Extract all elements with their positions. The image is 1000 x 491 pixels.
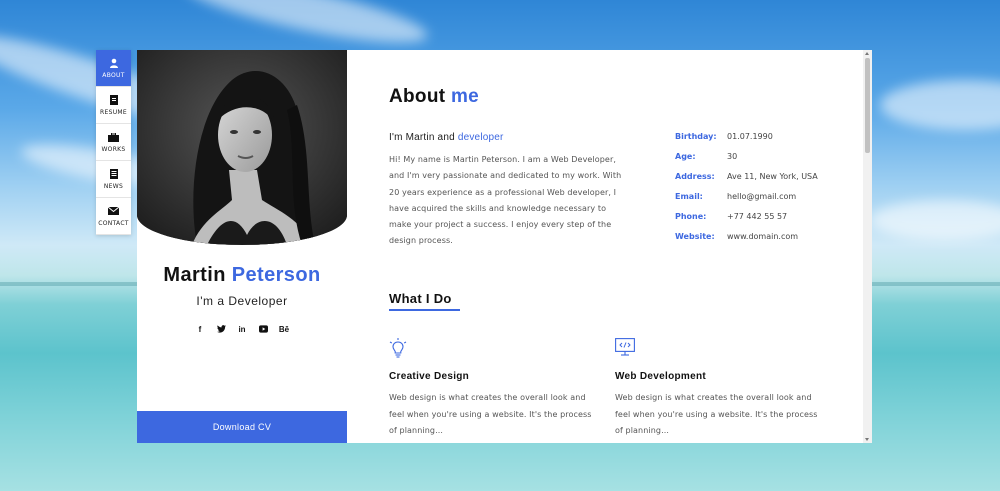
info-value: +77 442 55 57 [727, 212, 788, 221]
intro-prefix: I'm Martin and [389, 132, 455, 143]
profile-first-name: Martin [163, 264, 226, 286]
nav-item-contact[interactable]: CONTACT [96, 198, 131, 235]
linkedin-icon[interactable]: in [238, 324, 247, 334]
intro-text: Hi! My name is Martin Peterson. I am a W… [389, 155, 622, 246]
nav-item-about[interactable]: ABOUT [96, 50, 131, 87]
info-value[interactable]: hello@gmail.com [727, 192, 796, 201]
about-panel: About me I'm Martin and developer Hi! My… [347, 50, 863, 443]
section-underline [389, 309, 460, 311]
service-title: Web Development [615, 371, 706, 382]
info-key: Website: [675, 232, 715, 241]
info-row-age: Age: 30 [675, 152, 818, 172]
nav-label-works: WORKS [101, 145, 126, 153]
code-monitor-icon [615, 338, 635, 358]
info-value: 01.07.1990 [727, 132, 773, 141]
profile-card: Martin Peterson I'm a Developer f in Bē … [137, 50, 347, 443]
service-web-development: Web Development Web design is what creat… [615, 338, 825, 440]
page-title-accent: me [450, 86, 480, 107]
envelope-icon [108, 206, 120, 217]
service-text: Web design is what creates the overall l… [389, 393, 592, 435]
nav-item-news[interactable]: NEWS [96, 161, 131, 198]
social-links: f in Bē [137, 324, 347, 334]
info-key: Birthday: [675, 132, 717, 141]
info-value: 30 [727, 152, 738, 161]
info-key: Email: [675, 192, 703, 201]
profile-photo [137, 50, 347, 245]
intro-heading: I'm Martin and developer [389, 132, 504, 143]
info-key: Address: [675, 172, 715, 181]
nav-label-contact: CONTACT [98, 219, 129, 227]
scroll-down-arrow[interactable] [865, 438, 869, 441]
nav-label-about: ABOUT [102, 71, 125, 79]
nav-item-resume[interactable]: RESUME [96, 87, 131, 124]
profile-name: Martin Peterson [137, 264, 347, 287]
behance-icon[interactable]: Bē [279, 324, 289, 334]
info-key: Phone: [675, 212, 707, 221]
intro-accent: developer [457, 132, 504, 143]
info-row-birthday: Birthday: 01.07.1990 [675, 132, 818, 152]
page-title: About me [389, 86, 479, 108]
twitter-icon[interactable] [216, 324, 226, 334]
youtube-icon[interactable] [258, 324, 268, 334]
profile-role: I'm a Developer [196, 294, 288, 308]
service-title: Creative Design [389, 371, 470, 382]
service-text: Web design is what creates the overall l… [615, 393, 818, 435]
document-icon [108, 95, 120, 106]
user-icon [108, 58, 120, 69]
nav-label-resume: RESUME [100, 108, 127, 116]
download-cv-button[interactable]: Download CV [137, 411, 347, 443]
scroll-up-arrow[interactable] [865, 52, 869, 55]
info-row-phone: Phone: +77 442 55 57 [675, 212, 818, 232]
info-value[interactable]: www.domain.com [727, 232, 798, 241]
info-row-email: Email: hello@gmail.com [675, 192, 818, 212]
vertical-scrollbar[interactable] [863, 50, 872, 443]
scrollbar-thumb[interactable] [865, 58, 870, 153]
facebook-icon[interactable]: f [196, 324, 205, 334]
info-key: Age: [675, 152, 696, 161]
section-title: What I Do [389, 291, 452, 306]
briefcase-icon [108, 132, 120, 143]
newspaper-icon [108, 169, 120, 180]
nav-label-news: NEWS [103, 182, 124, 190]
info-row-address: Address: Ave 11, New York, USA [675, 172, 818, 192]
page-title-main: About [389, 86, 446, 107]
info-value: Ave 11, New York, USA [727, 172, 818, 181]
info-row-website: Website: www.domain.com [675, 232, 818, 252]
service-creative-design: Creative Design Web design is what creat… [389, 338, 599, 440]
nav-item-works[interactable]: WORKS [96, 124, 131, 161]
personal-info: Birthday: 01.07.1990 Age: 30 Address: Av… [675, 132, 818, 252]
lightbulb-icon [389, 338, 409, 358]
profile-last-name: Peterson [231, 264, 321, 286]
side-navigation: ABOUT RESUME WORKS NEWS CONTACT [96, 50, 131, 235]
